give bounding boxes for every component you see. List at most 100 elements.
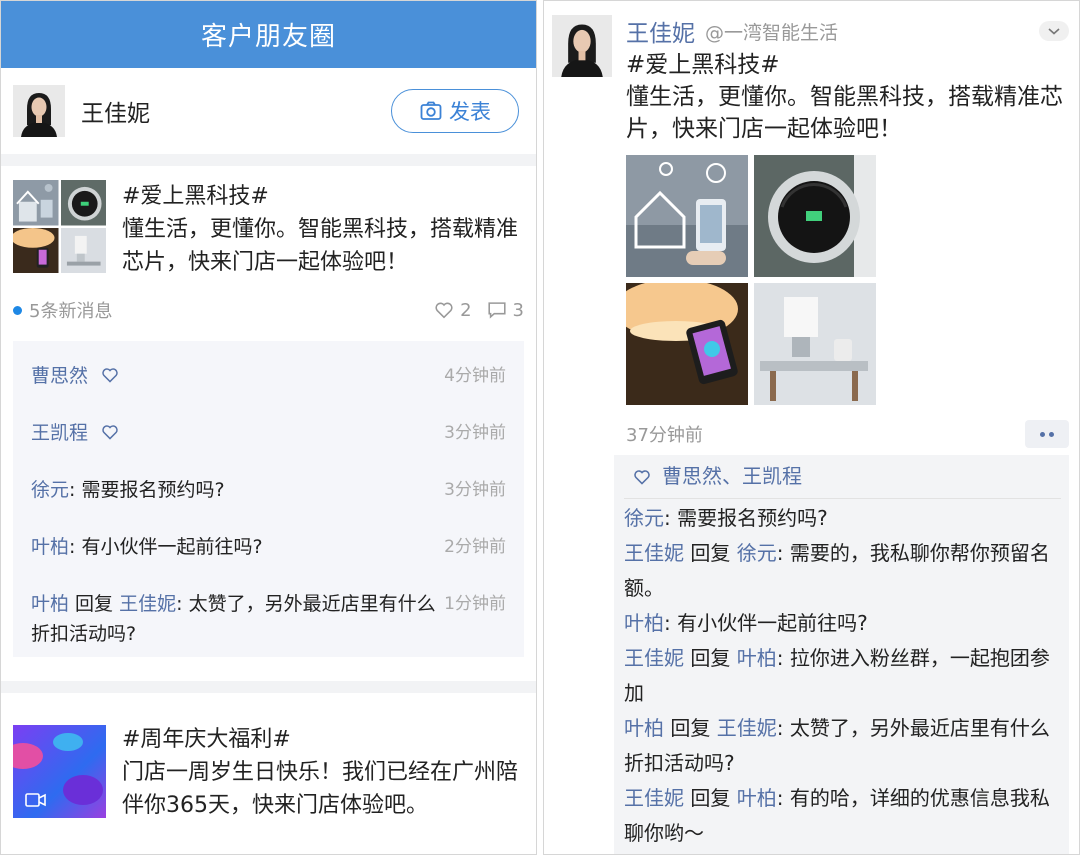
avatar-image: [13, 85, 65, 137]
list-item[interactable]: 叶柏: 有小伙伴一起前往吗?: [624, 606, 1061, 641]
list-item[interactable]: 徐元: 需要报名预约吗?: [624, 501, 1061, 536]
reply-target-name[interactable]: 叶柏: [737, 646, 777, 670]
commenter-name[interactable]: 王凯程: [31, 422, 88, 444]
commenter-name[interactable]: 王佳妮: [624, 786, 684, 810]
my-profile-row: 王佳妮 发表: [1, 68, 536, 154]
post-button-label: 发表: [449, 100, 491, 124]
reply-target-name[interactable]: 王佳妮: [717, 716, 777, 740]
nav-bar: 客户朋友圈: [1, 1, 536, 68]
moments-list-panel: 客户朋友圈 王佳妮 发表 #爱上黑科技# 懂生活，更懂你。智能黑科技，搭载精准芯…: [0, 0, 537, 855]
photo-smart-home[interactable]: [626, 155, 748, 277]
more-actions-button[interactable]: [1025, 420, 1069, 448]
more-dot-icon: [1040, 431, 1045, 437]
like-counter[interactable]: 2: [433, 299, 472, 321]
my-name: 王佳妮: [81, 101, 150, 127]
thumb-lamp-phone: [13, 227, 59, 273]
commenter-name[interactable]: 曹思然: [31, 365, 88, 387]
post-content: #爱上黑科技# 懂生活，更懂你。智能黑科技，搭载精准芯片，快来门店一起体验吧！: [626, 49, 1069, 145]
interaction-list: 曹思然 4分钟前 王凯程 3分钟前 徐元: 需要报名预约吗? 3分钟前 叶柏: …: [13, 341, 524, 657]
post-hashtag[interactable]: #爱上黑科技#: [122, 180, 524, 213]
comment-time: 3分钟前: [444, 480, 506, 500]
post-thumbnail[interactable]: [13, 180, 106, 273]
author-handle: @一湾智能生活: [705, 21, 839, 44]
more-dot-icon: [1049, 431, 1054, 437]
comment-text: : 有小伙伴一起前往吗?: [664, 611, 868, 635]
reply-word: 回复: [664, 716, 717, 740]
post-meta-row: 5条新消息 2 3: [13, 297, 524, 323]
chevron-down-icon: [1048, 28, 1060, 35]
comment-time: 4分钟前: [444, 366, 506, 386]
commenter-name[interactable]: 王佳妮: [624, 541, 684, 565]
post-time: 37分钟前: [626, 425, 703, 446]
photo-thermostat[interactable]: [754, 155, 876, 277]
commenter-name[interactable]: 叶柏: [31, 593, 69, 615]
page-title: 客户朋友圈: [200, 22, 336, 52]
post-content: #周年庆大福利# 门店一周岁生日快乐！我们已经在广州陪伴你365天，快来门店体验…: [122, 723, 524, 822]
list-item[interactable]: 叶柏: 有小伙伴一起前往吗? 2分钟前: [31, 518, 506, 575]
video-icon: [25, 793, 46, 807]
reply-word: 回复: [684, 786, 737, 810]
like-count: 2: [460, 299, 472, 321]
moment-card[interactable]: #爱上黑科技# 懂生活，更懂你。智能黑科技，搭载精准芯片，快来门店一起体验吧！ …: [1, 166, 536, 667]
commenter-name[interactable]: 叶柏: [31, 536, 69, 558]
list-item[interactable]: 叶柏 回复 王佳妮: 太赞了，另外最近店里有什么折扣活动吗?: [624, 711, 1061, 781]
video-thumbnail[interactable]: [13, 725, 106, 818]
reply-target-name[interactable]: 王佳妮: [119, 593, 176, 615]
photo-grid: [626, 155, 1069, 405]
commenter-name[interactable]: 徐元: [624, 506, 664, 530]
thumb-thermostat: [60, 180, 106, 226]
comment-counter[interactable]: 3: [486, 299, 524, 321]
post-button[interactable]: 发表: [391, 89, 519, 133]
post-text: 懂生活，更懂你。智能黑科技，搭载精准芯片，快来门店一起体验吧！: [626, 84, 1063, 142]
avatar[interactable]: [552, 15, 612, 77]
heart-icon: [634, 469, 650, 485]
expand-toggle[interactable]: [1039, 21, 1069, 41]
reply-target-name[interactable]: 徐元: [737, 541, 777, 565]
heart-icon: [102, 368, 118, 383]
list-item[interactable]: 王佳妮 回复 徐元: 需要的，我私聊你帮你预留名额。: [624, 536, 1061, 606]
avatar[interactable]: [13, 85, 65, 137]
commenter-name[interactable]: 叶柏: [624, 611, 664, 635]
comment-time: 1分钟前: [444, 594, 506, 614]
commenter-name[interactable]: 王佳妮: [624, 646, 684, 670]
divider: [1, 154, 536, 166]
camera-icon: [420, 101, 442, 120]
commenter-name[interactable]: 叶柏: [624, 716, 664, 740]
list-item[interactable]: 王佳妮 回复 叶柏: 拉你进入粉丝群，一起抱团参加: [624, 641, 1061, 711]
unread-dot-icon: [13, 305, 22, 315]
author-name[interactable]: 王佳妮: [626, 14, 695, 48]
moment-detail-panel: 王佳妮 @一湾智能生活 #爱上黑科技# 懂生活，更懂你。智能黑科技，搭载精准芯片…: [543, 0, 1080, 855]
thumb-speaker: [60, 227, 106, 273]
list-item[interactable]: 曹思然 4分钟前: [31, 347, 506, 404]
comment-icon: [487, 302, 506, 319]
decor-blob: [63, 775, 103, 805]
post-hashtag[interactable]: #爱上黑科技#: [626, 49, 1069, 81]
thumb-smart-home: [13, 180, 59, 226]
post-text: 懂生活，更懂你。智能黑科技，搭载精准芯片，快来门店一起体验吧！: [122, 217, 519, 275]
comment-text: : 需要报名预约吗?: [664, 506, 828, 530]
photo-lamp-phone[interactable]: [626, 283, 748, 405]
commenter-name[interactable]: 徐元: [31, 479, 69, 501]
decor-blob: [13, 743, 43, 769]
post-text: 门店一周岁生日快乐！我们已经在广州陪伴你365天，快来门店体验吧。: [122, 760, 519, 818]
reply-target-name[interactable]: 叶柏: [737, 786, 777, 810]
comment-count: 3: [512, 299, 524, 321]
comment-section: 曹思然、王凯程 徐元: 需要报名预约吗? 王佳妮 回复 徐元: 需要的，我私聊你…: [614, 455, 1069, 854]
decor-blob: [53, 733, 83, 751]
list-item[interactable]: 叶柏 回复 王佳妮: 太赞了，另外最近店里有什么折扣活动吗? 1分钟前: [31, 575, 506, 649]
new-messages-label[interactable]: 5条新消息: [29, 297, 112, 323]
heart-icon: [102, 425, 118, 440]
photo-speaker[interactable]: [754, 283, 876, 405]
reply-word: 回复: [684, 541, 737, 565]
heart-icon: [435, 302, 453, 319]
comment-time: 2分钟前: [444, 537, 506, 557]
list-item[interactable]: 徐元: 需要报名预约吗? 3分钟前: [31, 461, 506, 518]
moment-card[interactable]: #周年庆大福利# 门店一周岁生日快乐！我们已经在广州陪伴你365天，快来门店体验…: [1, 693, 536, 822]
post-content: #爱上黑科技# 懂生活，更懂你。智能黑科技，搭载精准芯片，快来门店一起体验吧！: [122, 180, 524, 279]
likes-names[interactable]: 曹思然、王凯程: [662, 459, 802, 494]
comment-time: 3分钟前: [444, 423, 506, 443]
avatar-image: [552, 15, 612, 77]
list-item[interactable]: 王凯程 3分钟前: [31, 404, 506, 461]
post-hashtag[interactable]: #周年庆大福利#: [122, 723, 524, 756]
list-item[interactable]: 王佳妮 回复 叶柏: 有的哈，详细的优惠信息我私聊你哟～: [624, 781, 1061, 851]
